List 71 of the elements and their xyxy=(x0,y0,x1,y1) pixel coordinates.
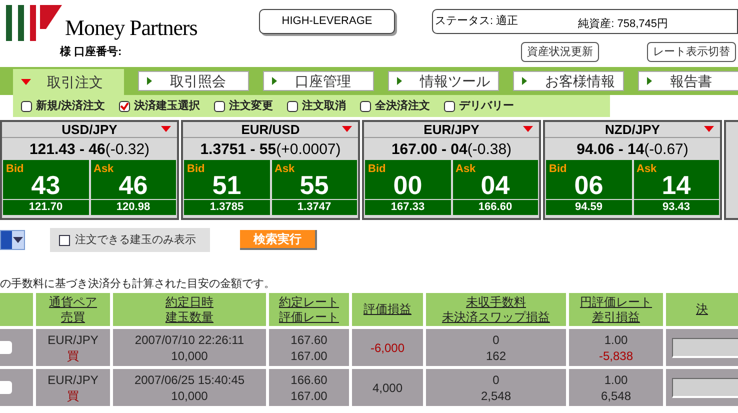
net-assets: 純資産: 758,745円 xyxy=(578,16,668,32)
bid-button[interactable]: Bid 51 xyxy=(184,160,270,199)
table-cell: 2007/07/10 22:26:11 10,000 xyxy=(113,329,266,366)
currency-pair: USD/JPY xyxy=(62,120,118,139)
note-text: の手数料に基づき決済分も計算された目安の金額です。 xyxy=(0,278,275,290)
table-cell: 1.00 -5,838 xyxy=(569,329,663,366)
tab-arrow-icon xyxy=(397,77,402,85)
nav-tab[interactable]: 口座管理 xyxy=(263,71,374,91)
table-cell: -6,000 xyxy=(352,329,423,366)
header-button[interactable]: レート表示切替 xyxy=(647,42,736,62)
table-cell: EUR/JPY 買 xyxy=(36,369,110,406)
tab-arrow-icon xyxy=(647,77,652,85)
table-cell: 0 162 xyxy=(426,329,566,366)
check-icon xyxy=(120,102,130,110)
order-mode-radio[interactable]: 注文変更 xyxy=(214,98,274,114)
currency-pair: EUR/USD xyxy=(241,120,300,139)
row-checkbox[interactable] xyxy=(0,381,12,394)
input-field[interactable] xyxy=(672,338,738,358)
table-cell: 1.00 6,548 xyxy=(569,369,663,406)
nav-tab[interactable]: 情報ツール xyxy=(388,71,499,91)
rate-quote: 1.3751 - 55(+0.0007) xyxy=(200,142,341,156)
brand-name: Money Partners xyxy=(65,17,198,41)
nav-tab[interactable]: お客様情報 xyxy=(513,71,624,91)
nav-tab[interactable]: 取引注文 xyxy=(13,69,124,95)
tab-arrow-icon xyxy=(147,77,152,85)
checkbox-label: 注文できる建玉のみ表示 xyxy=(75,232,196,248)
currency-pair: NZD/JPY xyxy=(605,120,660,139)
rate-quote: 121.43 - 46(-0.32) xyxy=(29,142,150,156)
dropdown-arrow-icon[interactable] xyxy=(21,79,31,85)
order-mode-radio[interactable]: 決済建玉選択 xyxy=(119,98,200,114)
bid-button[interactable]: Bid 43 xyxy=(3,160,88,199)
table-cell: 167.60 167.00 xyxy=(269,329,349,366)
currency-pair: EUR/JPY xyxy=(424,120,480,139)
table-cell: 0 2,548 xyxy=(426,369,566,406)
bid-reference-rate: 167.33 xyxy=(365,200,450,215)
account-number-label: 口座番号: xyxy=(74,44,122,60)
bid-button[interactable]: Bid 06 xyxy=(546,160,632,199)
table-cell: 2007/06/25 15:40:45 10,000 xyxy=(113,369,266,406)
nav-tab[interactable]: 取引照会 xyxy=(138,71,249,91)
honorific: 様 xyxy=(60,44,71,60)
account-status: ステータス: 適正 xyxy=(435,14,518,29)
column-header xyxy=(0,293,33,326)
nav-tab[interactable]: 報告書 xyxy=(638,71,738,91)
header-button[interactable]: 資産状況更新 xyxy=(521,42,599,62)
order-mode-radio[interactable]: 注文取消 xyxy=(287,98,346,114)
tab-arrow-icon xyxy=(272,77,277,85)
mode-button[interactable]: HIGH-LEVERAGE xyxy=(259,8,395,34)
row-checkbox[interactable] xyxy=(0,341,12,354)
ask-reference-rate: 93.43 xyxy=(634,200,719,215)
dropdown-arrow-icon[interactable] xyxy=(13,237,23,243)
ask-reference-rate: 166.60 xyxy=(452,200,538,215)
checkbox[interactable] xyxy=(59,234,70,246)
dropdown[interactable] xyxy=(0,230,25,250)
rate-quote: 94.06 - 14(-0.67) xyxy=(576,142,688,156)
bid-reference-rate: 94.59 xyxy=(546,200,632,215)
table-cell: 4,000 xyxy=(352,369,423,406)
bid-reference-rate: 121.70 xyxy=(3,200,88,215)
logo-stripes-icon xyxy=(6,5,62,41)
input-field[interactable] xyxy=(672,378,738,398)
bid-button[interactable]: Bid 00 xyxy=(365,160,450,199)
order-mode-radio[interactable]: デリバリー xyxy=(444,98,514,114)
ask-reference-rate: 1.3747 xyxy=(272,200,357,215)
column-header[interactable]: 決 xyxy=(666,293,738,326)
rate-quote: 167.00 - 04(-0.38) xyxy=(391,142,512,156)
table-cell: 166.60 167.00 xyxy=(269,369,349,406)
tab-arrow-icon xyxy=(522,77,527,85)
ask-reference-rate: 120.98 xyxy=(90,200,176,215)
table-cell: EUR/JPY 買 xyxy=(36,329,110,366)
order-mode-radio[interactable]: 新規/決済注文 xyxy=(21,98,106,114)
order-mode-radio[interactable]: 全決済注文 xyxy=(360,98,430,114)
bid-reference-rate: 1.3785 xyxy=(184,200,270,215)
